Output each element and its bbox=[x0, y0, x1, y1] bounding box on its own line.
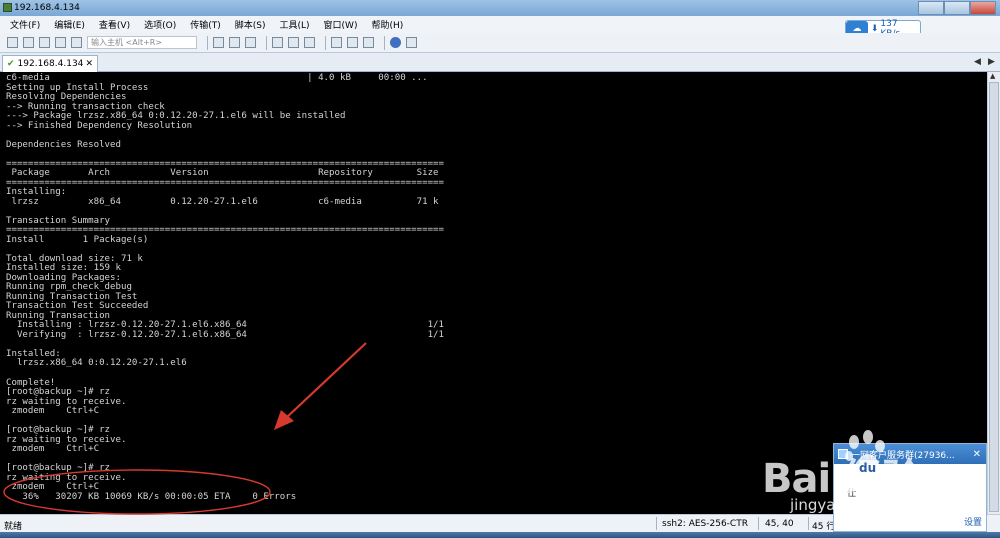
quick-connect-icon[interactable] bbox=[23, 37, 34, 48]
terminal-line: ========================================… bbox=[6, 177, 444, 188]
terminal-line: [root@backup ~]# rz bbox=[6, 387, 111, 398]
close-tab-icon[interactable]: ✕ bbox=[85, 59, 93, 69]
copy-icon[interactable] bbox=[213, 37, 224, 48]
toolbar-separator bbox=[266, 35, 267, 50]
terminal-line: rz waiting to receive. bbox=[6, 396, 127, 407]
window-controls bbox=[918, 0, 996, 16]
terminal-line: c6-media | 4.0 kB 00:00 ... bbox=[6, 73, 428, 83]
status-cipher: ssh2: AES-256-CTR bbox=[662, 519, 748, 529]
tab-label: 192.168.4.134 bbox=[17, 59, 84, 69]
connect-icon[interactable] bbox=[7, 37, 18, 48]
popup-close-icon[interactable]: ✕ bbox=[973, 449, 981, 460]
tab-scroll-left-icon[interactable]: ◀ bbox=[974, 57, 981, 67]
window-title: 192.168.4.134 bbox=[14, 3, 80, 13]
status-separator bbox=[808, 517, 809, 530]
terminal-line: Transaction Test Succeeded bbox=[6, 301, 149, 312]
tab-session[interactable]: ✔ 192.168.4.134 ✕ bbox=[2, 55, 98, 72]
print-setup-icon[interactable] bbox=[288, 37, 299, 48]
popup-settings-link[interactable]: 设置 bbox=[964, 515, 982, 528]
global-options-icon[interactable] bbox=[347, 37, 358, 48]
title-bar: 192.168.4.134 bbox=[0, 0, 1000, 16]
terminal-line: Downloading Packages: bbox=[6, 272, 121, 283]
toolbar-separator bbox=[207, 35, 208, 50]
terminal-line: zmodem Ctrl+C bbox=[6, 406, 100, 417]
terminal-line: Total download size: 71 k bbox=[6, 253, 143, 264]
menu-edit[interactable]: 编辑(E) bbox=[54, 18, 85, 31]
close-window-button[interactable] bbox=[970, 1, 996, 15]
toolbar-separator bbox=[384, 35, 385, 50]
terminal-line: [root@backup ~]# rz bbox=[6, 425, 111, 436]
popup-header: 一网客户服务群(27936... ✕ bbox=[834, 444, 986, 464]
terminal-line: --> Finished Dependency Resolution bbox=[6, 120, 193, 131]
tab-bar: ✔ 192.168.4.134 ✕ ◀ ▶ bbox=[0, 53, 1000, 72]
sftp-icon[interactable] bbox=[406, 37, 417, 48]
terminal-line: Running Transaction Test bbox=[6, 291, 138, 302]
paste-icon[interactable] bbox=[229, 37, 240, 48]
help-icon[interactable] bbox=[390, 37, 401, 48]
terminal-line: ========================================… bbox=[6, 225, 444, 236]
connect-tab-icon[interactable] bbox=[39, 37, 50, 48]
popup-title: 一网客户服务群(27936... bbox=[851, 450, 955, 461]
menu-window[interactable]: 窗口(W) bbox=[324, 18, 358, 31]
menu-tools[interactable]: 工具(L) bbox=[280, 18, 310, 31]
menu-file[interactable]: 文件(F) bbox=[10, 18, 40, 31]
minimize-button[interactable] bbox=[918, 1, 944, 15]
status-ready: 就绪 bbox=[4, 522, 23, 532]
key-icon[interactable] bbox=[363, 37, 374, 48]
session-options-icon[interactable] bbox=[331, 37, 342, 48]
menu-help[interactable]: 帮助(H) bbox=[371, 18, 403, 31]
menu-view[interactable]: 查看(V) bbox=[99, 18, 130, 31]
connected-check-icon: ✔ bbox=[7, 59, 15, 69]
popup-message: 仕 bbox=[847, 489, 857, 499]
terminal-line: Running rpm_check_debug bbox=[6, 282, 132, 293]
terminal-line: lrzsz x86_64 0.12.20-27.1.el6 c6-media 7… bbox=[6, 196, 439, 207]
terminal-scrollbar[interactable]: ▲ bbox=[987, 72, 1000, 514]
reconnect-icon[interactable] bbox=[55, 37, 66, 48]
terminal-output: c6-media | 4.0 kB 00:00 ... Setting up In… bbox=[0, 72, 987, 502]
status-cursor-position: 45, 40 bbox=[765, 519, 794, 529]
terminal-line: Setting up Install Process bbox=[6, 82, 149, 93]
group-avatar-icon bbox=[838, 449, 848, 459]
scroll-up-icon[interactable]: ▲ bbox=[990, 72, 995, 80]
log-session-icon[interactable] bbox=[304, 37, 315, 48]
menu-options[interactable]: 选项(O) bbox=[144, 18, 176, 31]
menu-script[interactable]: 脚本(S) bbox=[235, 18, 266, 31]
tab-scroll-right-icon[interactable]: ▶ bbox=[988, 57, 995, 67]
status-separator bbox=[656, 517, 657, 530]
terminal-line: Installed size: 159 k bbox=[6, 263, 121, 274]
enter-host-input[interactable]: 输入主机 <Alt+R> bbox=[87, 36, 197, 49]
menu-transfer[interactable]: 传输(T) bbox=[190, 18, 221, 31]
terminal-line: Verifying : lrzsz-0.12.20-27.1.el6.x86_6… bbox=[6, 329, 444, 340]
windows-taskbar bbox=[0, 532, 1000, 538]
toolbar: 输入主机 <Alt+R> bbox=[0, 33, 1000, 53]
maximize-button[interactable] bbox=[944, 1, 970, 15]
terminal-line: lrzsz.x86_64 0:0.12.20-27.1.el6 bbox=[6, 358, 187, 369]
terminal-line: Dependencies Resolved bbox=[6, 139, 121, 150]
scrollbar-thumb[interactable] bbox=[989, 82, 999, 512]
chat-notification-popup[interactable]: 一网客户服务群(27936... ✕ 仕 设置 bbox=[833, 443, 987, 532]
toolbar-separator bbox=[325, 35, 326, 50]
print-icon[interactable] bbox=[272, 37, 283, 48]
find-icon[interactable] bbox=[245, 37, 256, 48]
terminal-line: Install 1 Package(s) bbox=[6, 234, 149, 245]
securecrt-app-icon bbox=[3, 3, 12, 12]
status-separator bbox=[758, 517, 759, 530]
terminal-line: Complete! bbox=[6, 377, 56, 388]
disconnect-icon[interactable] bbox=[71, 37, 82, 48]
